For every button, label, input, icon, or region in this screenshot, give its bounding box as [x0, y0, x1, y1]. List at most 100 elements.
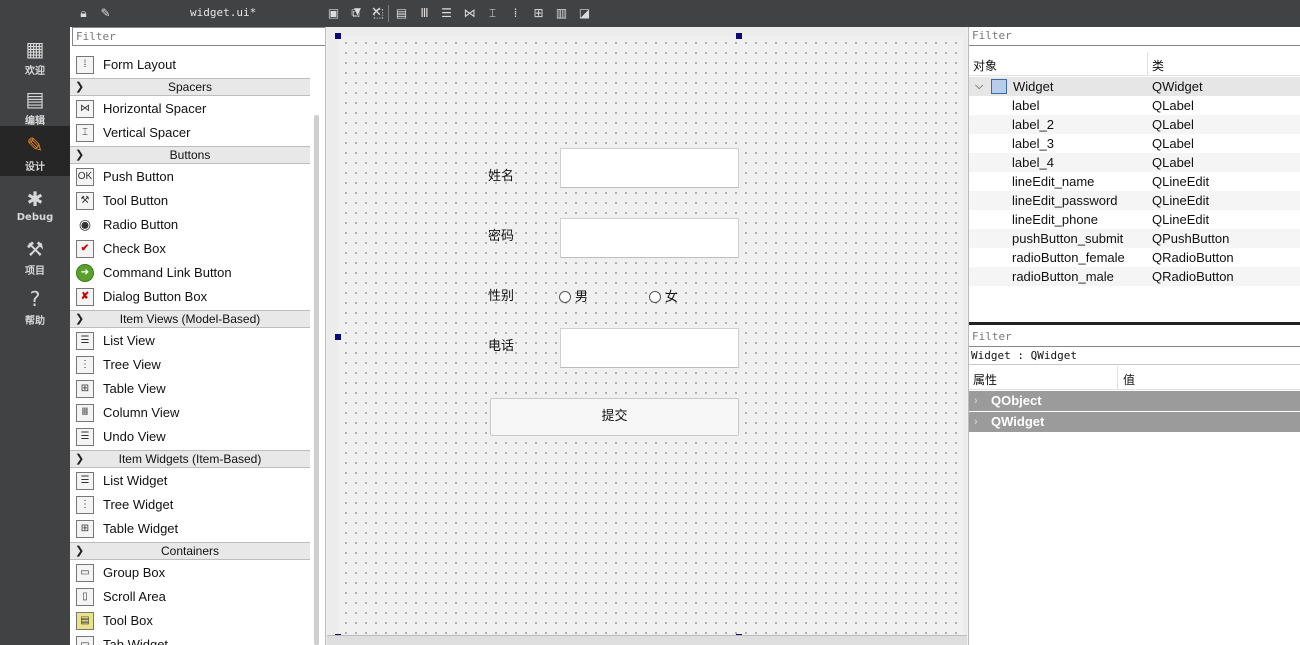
edit-widgets-icon[interactable]: ▣: [326, 6, 341, 20]
female-radio[interactable]: 女: [649, 286, 678, 305]
mode-help[interactable]: ? 帮助: [0, 280, 70, 330]
name-input[interactable]: [560, 148, 739, 188]
object-row[interactable]: label_4 QLabel: [969, 153, 1300, 172]
widget-undo-view[interactable]: ☰ Undo View: [70, 425, 310, 449]
submit-button[interactable]: 提交: [490, 398, 739, 436]
form-widget[interactable]: 姓名 密码 性别 男 女 电话 提交: [338, 36, 964, 637]
radio-circle-icon: [649, 291, 661, 303]
widget-tool-button[interactable]: ⚒ Tool Button: [70, 189, 310, 213]
mode-edit[interactable]: ▤ 编辑: [0, 80, 70, 130]
file-name[interactable]: widget.ui*: [190, 6, 256, 19]
widget-table-view[interactable]: ⊞ Table View: [70, 377, 310, 401]
resize-handle[interactable]: [335, 334, 341, 340]
canvas-scrollbar[interactable]: [327, 635, 967, 645]
arrow-right-icon: ➔: [76, 264, 94, 282]
vertical-layout-icon[interactable]: ☰: [439, 6, 454, 20]
category-buttons[interactable]: ❯ Buttons: [70, 146, 310, 164]
column-value[interactable]: 值: [1123, 371, 1135, 388]
widget-form-layout[interactable]: ⁞ Form Layout: [70, 53, 310, 77]
widget-check-box[interactable]: ✔ Check Box: [70, 237, 310, 261]
widget-list-widget[interactable]: ☰ List Widget: [70, 469, 310, 493]
widget-tool-box[interactable]: ▤ Tool Box: [70, 609, 310, 633]
object-row[interactable]: label_3 QLabel: [969, 134, 1300, 153]
object-row[interactable]: lineEdit_password QLineEdit: [969, 191, 1300, 210]
widget-tree-view[interactable]: ⋮ Tree View: [70, 353, 310, 377]
column-object[interactable]: 对象: [973, 57, 997, 74]
chevron-down-icon: ❯: [75, 81, 85, 93]
resize-handle[interactable]: [736, 33, 742, 39]
category-item-views[interactable]: ❯ Item Views (Model-Based): [70, 310, 310, 328]
object-class: QLabel: [1152, 98, 1194, 113]
category-item-widgets[interactable]: ❯ Item Widgets (Item-Based): [70, 450, 310, 468]
column-property[interactable]: 属性: [973, 371, 997, 388]
mode-design[interactable]: ✎ 设计: [0, 126, 70, 176]
top-toolbar: 🔒︎ ✎ widget.ui* ▼ ✕ ▣ ⧉ ⬚ ▤ Ⅲ ☰ ⋈ ⌶ ⁞ ⊞ …: [70, 0, 1300, 27]
object-row[interactable]: lineEdit_name QLineEdit: [969, 172, 1300, 191]
chevron-down-icon[interactable]: ⌵: [975, 77, 983, 96]
category-label: Spacers: [167, 80, 213, 94]
mode-projects[interactable]: ⚒ 项目: [0, 230, 70, 280]
widget-command-link-button[interactable]: ➔ Command Link Button: [70, 261, 310, 285]
widget-scroll-area[interactable]: ▯ Scroll Area: [70, 585, 310, 609]
object-row[interactable]: radioButton_male QRadioButton: [969, 267, 1300, 286]
widget-column-view[interactable]: Ⅲ Column View: [70, 401, 310, 425]
resize-handle[interactable]: [335, 33, 341, 39]
widget-box-filter[interactable]: Filter: [72, 27, 325, 46]
widget-label: Dialog Button Box: [103, 289, 208, 304]
panel-splitter[interactable]: [969, 322, 1300, 325]
edit-tab-order-icon[interactable]: ▤: [394, 6, 409, 20]
male-radio[interactable]: 男: [559, 286, 588, 305]
category-label: Item Widgets (Item-Based): [118, 452, 262, 466]
grid-layout-icon[interactable]: ⊞: [531, 6, 546, 20]
break-layout-icon[interactable]: ▥: [554, 6, 569, 20]
widget-group-box[interactable]: ▭ Group Box: [70, 561, 310, 585]
object-row[interactable]: radioButton_female QRadioButton: [969, 248, 1300, 267]
edit-document-icon: ▤: [25, 87, 45, 111]
mode-design-label: 设计: [25, 162, 45, 173]
widget-radio-button[interactable]: ◉ Radio Button: [70, 213, 310, 237]
object-name: label: [1012, 98, 1040, 113]
widget-box-scrollbar[interactable]: [314, 115, 319, 645]
object-name: lineEdit_phone: [1012, 212, 1099, 227]
object-class: QPushButton: [1152, 231, 1230, 246]
vertical-splitter-icon[interactable]: ⌶: [485, 6, 500, 20]
horizontal-layout-icon[interactable]: Ⅲ: [417, 6, 432, 20]
object-inspector-filter[interactable]: Filter: [969, 27, 1300, 46]
widget-label: Tool Button: [103, 193, 169, 208]
widget-vertical-spacer[interactable]: ⌶ Vertical Spacer: [70, 121, 310, 145]
chevron-down-icon: ❯: [75, 453, 85, 465]
object-row[interactable]: pushButton_submit QPushButton: [969, 229, 1300, 248]
edit-buddies-icon[interactable]: ⬚: [371, 6, 386, 20]
adjust-size-icon[interactable]: ◪: [577, 6, 592, 20]
edit-signals-icon[interactable]: ⧉: [348, 6, 363, 20]
scroll-area-icon: ▯: [76, 588, 94, 606]
widget-tree-widget[interactable]: ⋮ Tree Widget: [70, 493, 310, 517]
phone-input[interactable]: [560, 328, 739, 368]
object-name: Widget: [1013, 79, 1054, 94]
widget-dialog-button-box[interactable]: ✘ Dialog Button Box: [70, 285, 310, 309]
object-row-widget[interactable]: ⌵ Widget QWidget: [969, 77, 1300, 96]
widget-label: Column View: [103, 405, 180, 420]
widget-push-button[interactable]: OK Push Button: [70, 165, 310, 189]
mode-debug[interactable]: ✱ Debug: [0, 180, 70, 230]
category-spacers[interactable]: ❯ Spacers: [70, 78, 310, 96]
widget-box: Filter ⁞ Form Layout ❯ Spacers ⋈ Horizontal…: [70, 27, 326, 645]
widget-tab-widget[interactable]: ▭ Tab Widget: [70, 633, 310, 645]
widget-table-widget[interactable]: ⊞ Table Widget: [70, 517, 310, 541]
object-row[interactable]: label_2 QLabel: [969, 115, 1300, 134]
password-input[interactable]: [560, 218, 739, 258]
form-layout-icon[interactable]: ⁞: [508, 6, 523, 20]
property-editor-filter[interactable]: Filter: [969, 328, 1300, 347]
object-row[interactable]: label QLabel: [969, 96, 1300, 115]
property-group-qobject[interactable]: › QObject: [969, 391, 1300, 411]
widget-horizontal-spacer[interactable]: ⋈ Horizontal Spacer: [70, 97, 310, 121]
object-row[interactable]: lineEdit_phone QLineEdit: [969, 210, 1300, 229]
widget-list-view[interactable]: ☰ List View: [70, 329, 310, 353]
property-group-qwidget[interactable]: › QWidget: [969, 412, 1300, 432]
category-containers[interactable]: ❯ Containers: [70, 542, 310, 560]
horizontal-splitter-icon[interactable]: ⋈: [462, 6, 477, 20]
column-class[interactable]: 类: [1152, 57, 1164, 74]
widget-label: Undo View: [103, 429, 166, 444]
mode-welcome[interactable]: ▦ 欢迎: [0, 30, 70, 80]
object-class: QLineEdit: [1152, 193, 1210, 208]
